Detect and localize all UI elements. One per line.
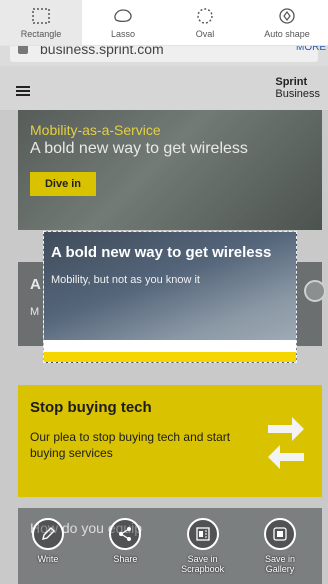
save-gallery-label: Save in Gallery <box>264 554 295 574</box>
rectangle-label: Rectangle <box>20 29 62 39</box>
write-action[interactable]: Write <box>18 518 78 584</box>
oval-option[interactable]: Oval <box>164 0 246 45</box>
share-action[interactable]: Share <box>95 518 155 584</box>
save-gallery-action[interactable]: Save in Gallery <box>250 518 310 584</box>
share-label: Share <box>113 554 138 564</box>
snippet-action-bar: Write Share Save in Scrapbook Save in Ga… <box>0 518 328 584</box>
menu-icon[interactable] <box>16 86 30 96</box>
site-header: Sprint Business <box>0 66 328 110</box>
hero-banner: Mobility-as-a-Service A bold new way to … <box>18 110 322 230</box>
promo-title: Stop buying tech <box>30 399 152 416</box>
lasso-label: Lasso <box>110 29 136 39</box>
promo-card[interactable]: Stop buying tech Our plea to stop buying… <box>18 385 322 497</box>
swap-arrows-icon <box>266 411 306 471</box>
carousel-card-subtitle: M <box>30 306 40 318</box>
gallery-icon <box>263 518 296 550</box>
auto-shape-label: Auto shape <box>264 29 310 39</box>
carousel-next-icon[interactable] <box>304 280 326 302</box>
snippet-title: A bold new way to get wireless <box>51 244 272 261</box>
dive-in-button[interactable]: Dive in <box>30 172 96 196</box>
snippet-yellow-strip <box>44 352 296 362</box>
oval-label: Oval <box>195 29 215 39</box>
snippet-subtitle: Mobility, but not as you know it <box>51 274 200 286</box>
smart-select-toolbar: Rectangle Lasso Oval Auto shape <box>0 0 328 46</box>
write-icon <box>32 518 64 550</box>
promo-body: Our plea to stop buying tech and start b… <box>30 430 231 460</box>
save-scrapbook-action[interactable]: Save in Scrapbook <box>173 518 233 584</box>
brand-logo[interactable]: Sprint Business <box>275 76 320 100</box>
oval-select-icon <box>194 6 216 26</box>
lasso-icon <box>112 6 134 26</box>
hero-kicker: Mobility-as-a-Service <box>30 122 161 138</box>
save-scrapbook-label: Save in Scrapbook <box>181 554 225 574</box>
auto-shape-icon <box>276 6 298 26</box>
carousel-card-title: A <box>30 276 41 293</box>
rectangle-option[interactable]: Rectangle <box>0 0 82 45</box>
selected-snippet[interactable]: A bold new way to get wireless Mobility,… <box>43 231 297 363</box>
auto-shape-option[interactable]: Auto shape <box>246 0 328 45</box>
write-label: Write <box>37 554 59 564</box>
scrapbook-icon <box>186 518 219 550</box>
share-icon <box>109 518 142 550</box>
lasso-option[interactable]: Lasso <box>82 0 164 45</box>
snippet-white-strip <box>44 340 296 352</box>
rectangle-select-icon <box>30 6 52 26</box>
hero-title: A bold new way to get wireless <box>30 140 248 157</box>
